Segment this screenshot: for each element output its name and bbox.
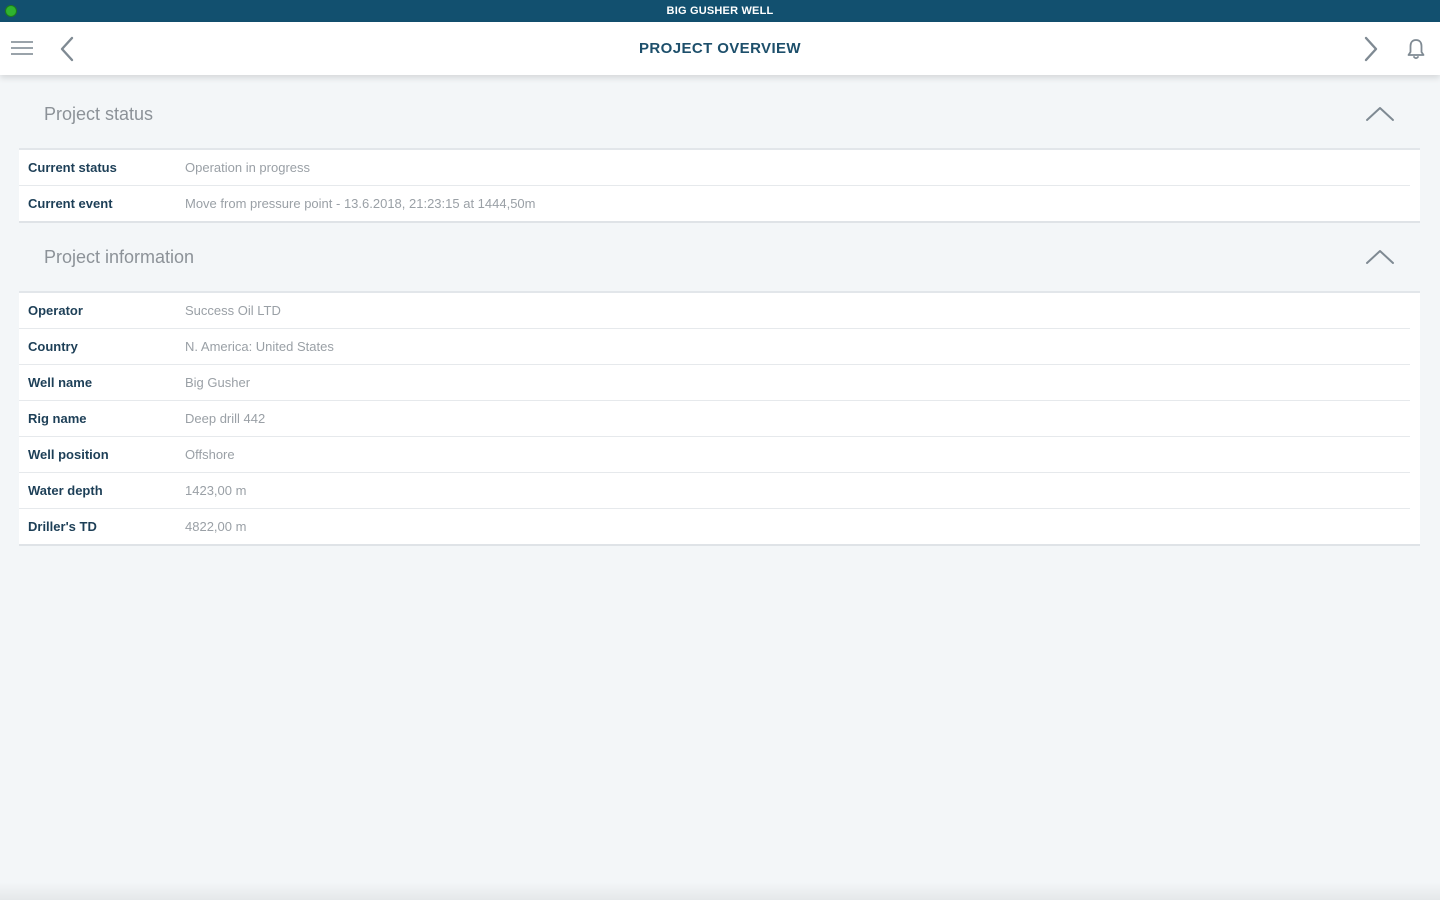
row-label: Well position [28,447,109,462]
row-label: Well name [28,375,93,390]
section-title: Project status [44,104,154,124]
content-area: Project status Current status Operation … [19,80,1420,546]
table-row: Rig name Deep drill 442 [19,401,1410,437]
row-value: Offshore [185,447,235,462]
row-label: Water depth [28,483,103,498]
chevron-up-icon[interactable] [1365,243,1395,271]
project-information-table: Operator Success Oil LTD Country N. Amer… [19,293,1420,546]
table-row: Well name Big Gusher [19,365,1410,401]
app-window: BIG GUSHER WELL PROJECT OVERVIEW Project… [0,0,1440,900]
row-label: Rig name [28,411,87,426]
bottom-shadow [0,882,1440,900]
table-row: Country N. America: United States [19,329,1410,365]
row-value: Deep drill 442 [185,411,266,426]
row-label: Current status [28,160,117,175]
row-value: Operation in progress [185,160,311,175]
table-row: Operator Success Oil LTD [19,293,1410,329]
row-value: Move from pressure point - 13.6.2018, 21… [185,196,536,211]
menu-icon[interactable] [6,35,38,61]
page-title: PROJECT OVERVIEW [639,40,801,57]
section-header-project-status[interactable]: Project status [19,80,1420,150]
chevron-left-icon[interactable] [52,33,82,65]
row-value: Success Oil LTD [185,303,281,318]
table-row: Well position Offshore [19,437,1410,473]
row-label: Country [28,339,78,354]
chevron-right-icon[interactable] [1356,33,1386,65]
row-value: Big Gusher [185,375,251,390]
project-status-table: Current status Operation in progress Cur… [19,150,1420,223]
table-row: Driller's TD 4822,00 m [19,509,1410,544]
table-row: Current event Move from pressure point -… [19,186,1410,221]
row-value: 1423,00 m [185,483,247,498]
row-value: N. America: United States [185,339,334,354]
chevron-up-icon[interactable] [1365,100,1395,128]
title-bar: BIG GUSHER WELL [0,0,1440,22]
row-label: Driller's TD [28,519,97,534]
row-label: Operator [28,303,83,318]
table-row: Water depth 1423,00 m [19,473,1410,509]
section-title: Project information [44,247,195,267]
toolbar: PROJECT OVERVIEW [0,22,1440,75]
bell-icon[interactable] [1402,34,1430,64]
window-title: BIG GUSHER WELL [666,5,774,17]
table-row: Current status Operation in progress [19,150,1410,186]
section-header-project-information[interactable]: Project information [19,223,1420,293]
row-label: Current event [28,196,113,211]
row-value: 4822,00 m [185,519,247,534]
